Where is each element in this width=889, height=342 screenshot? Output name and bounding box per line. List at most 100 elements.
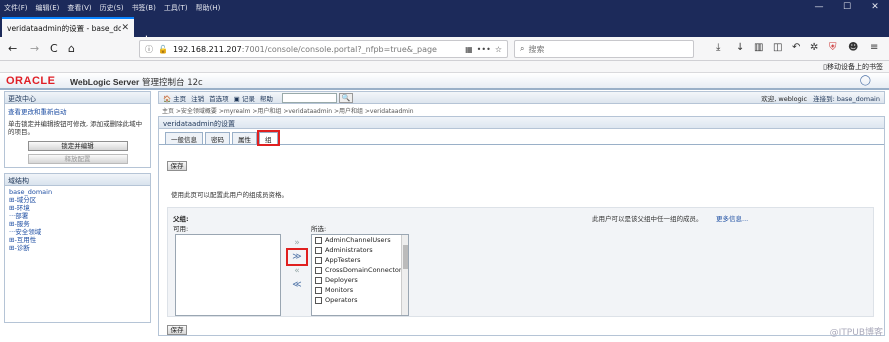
list-item[interactable]: Operators — [312, 295, 408, 305]
sidebar-icon[interactable]: ◫ — [773, 42, 782, 53]
view-changes-link[interactable]: 查看更改和重新启动 — [5, 104, 150, 118]
menu-view[interactable]: 查看(V) — [63, 3, 95, 13]
move-all-left-icon[interactable]: ≪ — [286, 278, 308, 292]
home-link[interactable]: 🏠 主页 — [163, 93, 186, 103]
insecure-lock-icon[interactable]: 🔓 — [158, 45, 168, 54]
checkbox[interactable] — [315, 286, 322, 294]
back-icon[interactable]: ← — [8, 42, 17, 56]
tree-item-security-realms[interactable]: ···安全领域 — [9, 228, 146, 236]
checkbox[interactable] — [315, 276, 322, 284]
move-all-right-icon[interactable]: ≫ — [286, 248, 308, 266]
list-item[interactable]: Deployers — [312, 275, 408, 285]
tree-item-base-domain[interactable]: base_domain — [9, 188, 146, 196]
downloads-icon[interactable]: ⤓ — [716, 42, 720, 53]
weblogic-header: ORACLE WebLogic Server 管理控制台 12c ◯ — [0, 73, 889, 90]
tree-item-interoperability[interactable]: ⊞-互用性 — [9, 236, 146, 244]
list-item[interactable]: AppTesters — [312, 255, 408, 265]
move-left-icon[interactable]: « — [286, 264, 308, 278]
shield-icon[interactable]: ⛨ — [829, 42, 837, 53]
menu-edit[interactable]: 编辑(E) — [32, 3, 64, 13]
domain-structure-title: 域结构 — [5, 174, 150, 186]
tree-item-deployments[interactable]: ···部署 — [9, 212, 146, 220]
list-item-label: AppTesters — [325, 256, 361, 264]
tab-general[interactable]: 一般信息 — [165, 132, 203, 144]
list-item-label: Deployers — [325, 276, 358, 284]
logout-link[interactable]: 注销 — [191, 93, 204, 103]
help-link[interactable]: 帮助 — [260, 93, 273, 103]
list-item[interactable]: Monitors — [312, 285, 408, 295]
tree-item-environment[interactable]: ⊞-环境 — [9, 204, 146, 212]
console-search-input[interactable] — [281, 92, 337, 103]
change-center-text: 单击锁定并编辑按钮可修改, 添加或删除此域中的项目。 — [8, 120, 143, 136]
minimize-button[interactable]: — — [805, 0, 833, 15]
release-config-button[interactable]: 释放配置 — [27, 154, 128, 164]
bookmark-star-icon[interactable]: ☆ — [495, 45, 502, 54]
main-content: 🏠 主页 注销 首选项 ▣ 记录 帮助 🔍 欢迎, weblogic 连接到: … — [158, 91, 885, 342]
home-icon[interactable]: ⌂ — [68, 42, 75, 56]
domain-tree: base_domain ⊞-域分区 ⊞-环境 ···部署 ⊞-服务 ···安全领… — [5, 186, 150, 254]
search-icon: ⌕ — [520, 44, 525, 53]
tab-strip: veridataadmin的设置 - base_do ✕ + — [0, 15, 889, 48]
record-icon: ▣ — [233, 94, 240, 103]
url-bar[interactable]: ⓘ 🔓 192.168.211.207 :7001/console/consol… — [139, 40, 508, 58]
list-item[interactable]: CrossDomainConnectors — [312, 265, 408, 275]
url-host: 192.168.211.207 — [172, 44, 242, 54]
preferences-link[interactable]: 首选项 — [209, 93, 229, 103]
checkbox[interactable] — [315, 296, 322, 304]
mobile-bookmarks-link[interactable]: ▯移动设备上的书签 — [823, 62, 883, 72]
download-arrow-icon[interactable]: ↓ — [736, 42, 744, 53]
breadcrumb[interactable]: 主页 >安全领域概要 >myrealm >用户和组 >veridataadmin… — [158, 104, 885, 116]
product-title: WebLogic Server 管理控制台 12c — [70, 76, 203, 88]
qr-icon[interactable]: ▦ — [465, 45, 473, 54]
menu-hamburger-icon[interactable]: ≡ — [870, 42, 878, 53]
welcome-text: 欢迎, weblogic — [761, 94, 808, 103]
list-scrollbar[interactable] — [401, 235, 408, 315]
library-icon[interactable]: ▥ — [754, 42, 763, 53]
forward-icon[interactable]: → — [30, 42, 39, 56]
more-info-link[interactable]: 更多信息... — [716, 213, 748, 223]
menu-bookmarks[interactable]: 书签(B) — [128, 3, 160, 13]
search-input[interactable]: ⌕ 搜索 — [514, 40, 694, 58]
checkbox[interactable] — [315, 266, 322, 274]
menu-history[interactable]: 历史(S) — [96, 3, 128, 13]
available-list[interactable] — [175, 234, 281, 316]
account-icon[interactable]: ☻ — [848, 42, 858, 53]
chosen-list[interactable]: AdminChannelUsers Administrators AppTest… — [311, 234, 409, 316]
console-search-button[interactable]: 🔍 — [338, 92, 353, 103]
undo-icon[interactable]: ↶ — [792, 42, 800, 53]
reload-icon[interactable]: C — [50, 42, 58, 56]
parent-group-note: 此用户可以是该父组中任一组的成员。 — [592, 215, 703, 223]
tree-item-diagnostics[interactable]: ⊞-诊断 — [9, 244, 146, 252]
checkbox[interactable] — [315, 236, 322, 244]
list-item[interactable]: Administrators — [312, 245, 408, 255]
maximize-button[interactable]: ☐ — [833, 0, 861, 15]
checkbox[interactable] — [315, 256, 322, 264]
menu-help[interactable]: 帮助(H) — [192, 3, 225, 13]
lock-edit-button[interactable]: 锁定并编辑 — [27, 141, 128, 151]
save-button-top[interactable]: 保存 — [167, 161, 187, 171]
save-button-bottom[interactable]: 保存 — [167, 325, 187, 335]
help-bubble-icon[interactable]: ◯ — [860, 75, 871, 86]
tab-password[interactable]: 密码 — [205, 132, 230, 144]
tree-item-partitions[interactable]: ⊞-域分区 — [9, 196, 146, 204]
browser-tab[interactable]: veridataadmin的设置 - base_do ✕ — [2, 17, 134, 37]
settings-gear-icon[interactable]: ✲ — [810, 42, 818, 53]
menu-bar: 文件(F) 编辑(E) 查看(V) 历史(S) 书签(B) 工具(T) 帮助(H… — [0, 0, 889, 15]
tab-groups[interactable]: 组 — [257, 130, 280, 146]
menu-tools[interactable]: 工具(T) — [160, 3, 192, 13]
tab-close-icon[interactable]: ✕ — [121, 23, 129, 33]
page-actions-icon[interactable]: ••• — [477, 45, 491, 54]
tree-item-services[interactable]: ⊞-服务 — [9, 220, 146, 228]
close-window-button[interactable]: ✕ — [861, 0, 889, 15]
checkbox[interactable] — [315, 246, 322, 254]
list-item[interactable]: AdminChannelUsers — [312, 235, 408, 245]
connected-text: 连接到: base_domain — [813, 94, 880, 103]
scrollbar-thumb[interactable] — [403, 245, 408, 269]
move-right-icon[interactable]: » — [286, 236, 308, 250]
info-icon[interactable]: ⓘ — [145, 44, 153, 55]
list-item-label: AdminChannelUsers — [325, 236, 391, 244]
menu-file[interactable]: 文件(F) — [0, 3, 32, 13]
tab-attributes[interactable]: 属性 — [232, 132, 257, 144]
record-link[interactable]: ▣ 记录 — [234, 93, 255, 103]
bookmarks-bar: ▯移动设备上的书签 — [0, 61, 889, 73]
